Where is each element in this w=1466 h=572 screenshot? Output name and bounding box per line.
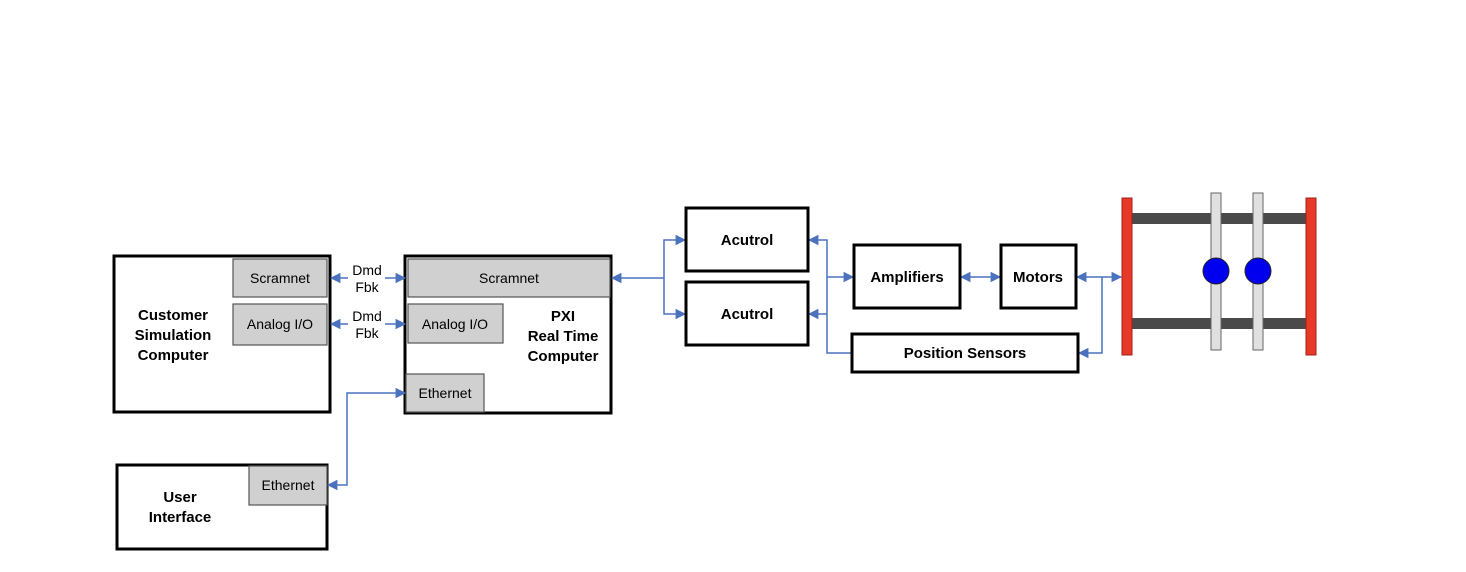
- customer-title-3: Computer: [138, 347, 209, 364]
- customer-simulation-computer: Scramnet Analog I/O Customer Simulation …: [112, 254, 332, 414]
- amplifiers-label: Amplifiers: [870, 269, 943, 286]
- motors-block: Motors: [999, 243, 1078, 310]
- ui-title-2: Interface: [149, 509, 212, 526]
- amplifiers-block: Amplifiers: [852, 243, 962, 310]
- acutrol-1: Acutrol: [684, 206, 810, 273]
- user-interface: Ethernet User Interface: [115, 463, 329, 551]
- position-sensors-block: Position Sensors: [850, 332, 1080, 374]
- scramnet-link-label-fbk: Fbk: [355, 279, 379, 295]
- ui-title-1: User: [163, 489, 197, 506]
- customer-scramnet-label: Scramnet: [250, 270, 310, 286]
- pxi-real-time-computer: Scramnet Analog I/O Ethernet PXI Real Ti…: [403, 254, 613, 415]
- rig-mass-1: [1202, 257, 1230, 285]
- system-diagram: Scramnet Analog I/O Customer Simulation …: [112, 192, 1317, 551]
- pxi-analog-label: Analog I/O: [422, 316, 488, 332]
- analog-link-label-fbk: Fbk: [355, 325, 379, 341]
- analog-link-label-dmd: Dmd: [352, 308, 382, 324]
- acutrol-2-label: Acutrol: [721, 306, 774, 323]
- scramnet-link-label-dmd: Dmd: [352, 262, 382, 278]
- pxi-ethernet-label: Ethernet: [419, 385, 472, 401]
- acutrol-1-label: Acutrol: [721, 232, 774, 249]
- position-sensors-label: Position Sensors: [904, 345, 1027, 362]
- motion-rig-illustration: [1121, 192, 1317, 356]
- pxi-scramnet-label: Scramnet: [479, 270, 539, 286]
- pxi-title-2: Real Time: [528, 328, 599, 345]
- customer-title-2: Simulation: [135, 327, 212, 344]
- pxi-title-3: Computer: [528, 348, 599, 365]
- customer-analog-label: Analog I/O: [247, 316, 313, 332]
- customer-title-1: Customer: [138, 307, 208, 324]
- ui-ethernet-label: Ethernet: [262, 477, 315, 493]
- rig-frame-left: [1121, 197, 1133, 356]
- rig-mass-2: [1244, 257, 1272, 285]
- motors-label: Motors: [1013, 269, 1063, 286]
- acutrol-2: Acutrol: [684, 280, 810, 347]
- pxi-title-1: PXI: [551, 308, 575, 325]
- rig-frame-right: [1305, 197, 1317, 356]
